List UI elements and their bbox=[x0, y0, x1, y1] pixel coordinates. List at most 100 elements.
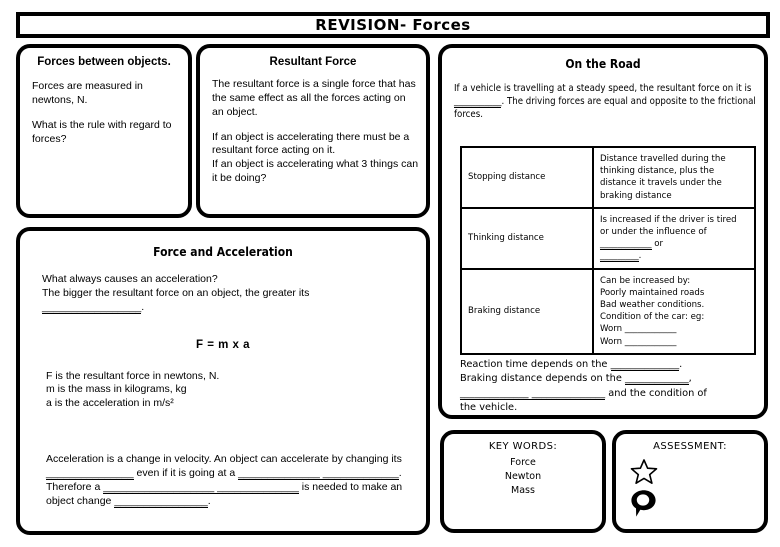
thinking-desc-line-3: ____________ or bbox=[600, 238, 748, 251]
table-cell-desc-braking-distance: Can be increased by: Poorly maintained r… bbox=[592, 267, 756, 355]
bigger-force-statement: The bigger the resultant force on an obj… bbox=[42, 286, 310, 299]
key-words-title: KEY WORDS: bbox=[488, 441, 558, 452]
force-equation: F = m x a bbox=[195, 338, 251, 351]
therefore-blank-1: ___________________ bbox=[103, 480, 215, 494]
braking-depends-blank-2: ______________ bbox=[460, 387, 529, 400]
object-change-blank: ________________ bbox=[114, 494, 208, 508]
thinking-desc-line-4: _________. bbox=[600, 250, 748, 263]
accelerating-question: If an object is accelerating what 3 thin… bbox=[212, 158, 419, 185]
on-the-road-footer-text: Reaction time depends on the ___________… bbox=[460, 358, 760, 415]
braking-desc-line-4: Condition of the car: eg: bbox=[600, 312, 705, 323]
acceleration-change-line-2: _______________ even if it is going at a… bbox=[46, 467, 414, 481]
stopping-distance-table: Stopping distance Distance travelled dur… bbox=[460, 146, 756, 355]
braking-depends-text-2: and the condition of bbox=[605, 387, 707, 399]
worksheet-page: REVISION- Forces Forces between objects.… bbox=[0, 0, 780, 547]
acceleration-mid-text: even if it is going at a bbox=[133, 467, 239, 480]
object-change-text: object change bbox=[46, 494, 115, 507]
acceleration-line-2-period: . bbox=[398, 467, 402, 480]
definition-m: m is the mass in kilograms, kg bbox=[46, 383, 187, 396]
resultant-force-definition: The resultant force is a single force th… bbox=[212, 78, 416, 118]
page-title: REVISION- Forces bbox=[315, 16, 471, 34]
acceleration-definition-text: Acceleration is a change in velocity. An… bbox=[46, 453, 414, 508]
reaction-time-blank: ______________ bbox=[610, 359, 680, 371]
thinking-blank-2: _________ bbox=[600, 251, 639, 263]
braking-depends-blank-3: _______________ bbox=[528, 387, 606, 400]
panel-force-and-acceleration: Force and Acceleration What always cause… bbox=[16, 227, 430, 535]
force-equation-definitions: F is the resultant force in newtons, N. … bbox=[46, 370, 426, 412]
reaction-time-period: . bbox=[679, 359, 683, 370]
therefore-blank-2: ______________ bbox=[214, 480, 299, 494]
acceleration-blank-3: _____________ bbox=[319, 467, 399, 481]
on-the-road-intro: If a vehicle is travelling at a steady s… bbox=[454, 82, 760, 122]
accelerating-statement: If an object is accelerating there must … bbox=[212, 130, 410, 157]
table-cell-term-stopping-distance: Stopping distance bbox=[460, 146, 594, 209]
reaction-time-line: Reaction time depends on the ___________… bbox=[460, 358, 760, 372]
table-cell-term-braking-distance: Braking distance bbox=[460, 267, 594, 355]
panel-resultant-force: Resultant Force The resultant force is a… bbox=[196, 44, 430, 218]
braking-depends-line-2: ______________ _______________ and the c… bbox=[460, 387, 760, 401]
acceleration-change-line-1: Acceleration is a change in velocity. An… bbox=[46, 453, 402, 466]
intro-answer-blank: ___________ bbox=[454, 96, 502, 109]
definition-a: a is the acceleration in m/s² bbox=[46, 397, 174, 410]
speech-bubble-icon bbox=[631, 490, 656, 517]
key-word-item: Force bbox=[510, 457, 536, 468]
braking-depends-blank: _____________ bbox=[624, 373, 689, 386]
braking-depends-text: Braking distance depends on the bbox=[460, 373, 625, 385]
key-word-item: Newton bbox=[504, 470, 542, 482]
thinking-desc-line-2: or under the influence of bbox=[600, 227, 707, 238]
panel-on-the-road: On the Road If a vehicle is travelling a… bbox=[438, 44, 768, 419]
panel-forces-between-objects: Forces between objects. Forces are measu… bbox=[16, 44, 192, 218]
table-cell-term-thinking-distance: Thinking distance bbox=[460, 206, 594, 270]
greater-its-period: . bbox=[141, 300, 145, 313]
panel-forces-between-objects-title: Forces between objects. bbox=[37, 56, 171, 68]
therefore-text-2: is needed to make an bbox=[298, 480, 403, 493]
thinking-or-word: or bbox=[651, 239, 664, 250]
acceleration-blank-1: _______________ bbox=[46, 467, 134, 481]
acceleration-cause-question: What always causes an acceleration? bbox=[42, 273, 218, 285]
force-acceleration-questions: What always causes an acceleration? The … bbox=[42, 273, 414, 315]
panel-on-the-road-title: On the Road bbox=[565, 57, 641, 71]
greater-its-blank: _________________ bbox=[42, 300, 142, 314]
braking-depends-comma: , bbox=[688, 373, 692, 385]
braking-depends-line: Braking distance depends on the ________… bbox=[460, 372, 760, 386]
reaction-time-text: Reaction time depends on the bbox=[460, 359, 611, 370]
page-header-bar: REVISION- Forces bbox=[16, 12, 770, 38]
therefore-text: Therefore a bbox=[46, 480, 104, 493]
forces-rule-question: What is the rule with regard to forces? bbox=[32, 118, 172, 145]
table-cell-desc-thinking-distance: Is increased if the driver is tired or u… bbox=[592, 206, 756, 270]
key-words-list: Force Newton Mass bbox=[444, 456, 602, 497]
braking-desc-line-5: Worn ____________ bbox=[600, 324, 677, 335]
panel-force-and-acceleration-title: Force and Acceleration bbox=[153, 245, 293, 259]
table-row: Stopping distance Distance travelled dur… bbox=[460, 146, 756, 209]
thinking-blank-1: ____________ bbox=[600, 239, 652, 251]
thinking-desc-line-1: Is increased if the driver is tired bbox=[600, 214, 737, 225]
assessment-icon-group bbox=[630, 458, 658, 518]
definition-f: F is the resultant force in newtons, N. bbox=[46, 369, 220, 382]
braking-desc-line-3: Bad weather conditions. bbox=[600, 300, 705, 311]
panel-assessment: ASSESSMENT: bbox=[612, 430, 768, 533]
braking-desc-line-1: Can be increased by: bbox=[600, 275, 691, 286]
panel-forces-between-objects-body: Forces are measured in newtons, N. What … bbox=[32, 80, 180, 146]
panel-resultant-force-body: The resultant force is a single force th… bbox=[212, 78, 420, 186]
key-word-item: Mass bbox=[511, 484, 535, 496]
table-row: Braking distance Can be increased by: Po… bbox=[460, 267, 756, 355]
star-icon bbox=[630, 459, 658, 485]
braking-desc-line-2: Poorly maintained roads bbox=[600, 287, 705, 298]
acceleration-change-line-3: Therefore a ___________________ ________… bbox=[46, 480, 414, 495]
panel-resultant-force-title: Resultant Force bbox=[269, 56, 357, 68]
table-cell-desc-stopping-distance: Distance travelled during the thinking d… bbox=[592, 146, 756, 209]
intro-text-part-a: If a vehicle is travelling at a steady s… bbox=[454, 83, 752, 94]
braking-desc-line-6: Worn ____________ bbox=[600, 336, 677, 347]
panel-key-words: KEY WORDS: Force Newton Mass bbox=[440, 430, 606, 533]
bigger-force-blank-line: _________________. bbox=[42, 300, 414, 315]
thinking-period: . bbox=[638, 251, 642, 262]
braking-depends-line-3: the vehicle. bbox=[460, 401, 518, 413]
assessment-title: ASSESSMENT: bbox=[653, 441, 727, 452]
acceleration-change-line-4: object change ________________. bbox=[46, 494, 414, 509]
object-change-period: . bbox=[207, 494, 211, 507]
forces-measured-text: Forces are measured in newtons, N. bbox=[32, 80, 143, 106]
table-row: Thinking distance Is increased if the dr… bbox=[460, 206, 756, 270]
acceleration-blank-2: ______________ bbox=[238, 467, 320, 481]
